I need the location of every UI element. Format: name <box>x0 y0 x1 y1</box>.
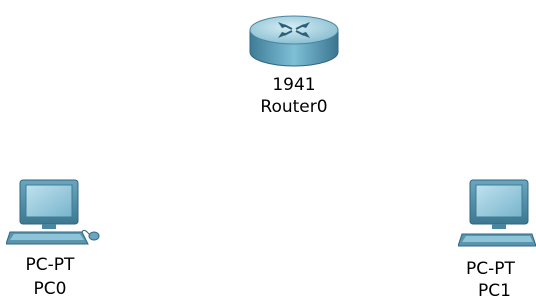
pc1-name-label[interactable]: PC1 <box>478 282 536 301</box>
pc-icon[interactable] <box>458 178 536 258</box>
pc1-model-label: PC-PT <box>466 259 515 279</box>
router-icon[interactable] <box>246 10 342 70</box>
pc-icon[interactable] <box>6 178 102 250</box>
router0-name-label[interactable]: Router0 <box>240 98 348 117</box>
logical-workspace[interactable]: 1941 Router0 PC-PT PC0 PC-PT PC1 <box>0 0 536 302</box>
pc0-model-label: PC-PT <box>25 255 75 275</box>
router0-model-label: 1941 <box>272 75 316 95</box>
pc0-name-label[interactable]: PC0 <box>6 280 94 299</box>
